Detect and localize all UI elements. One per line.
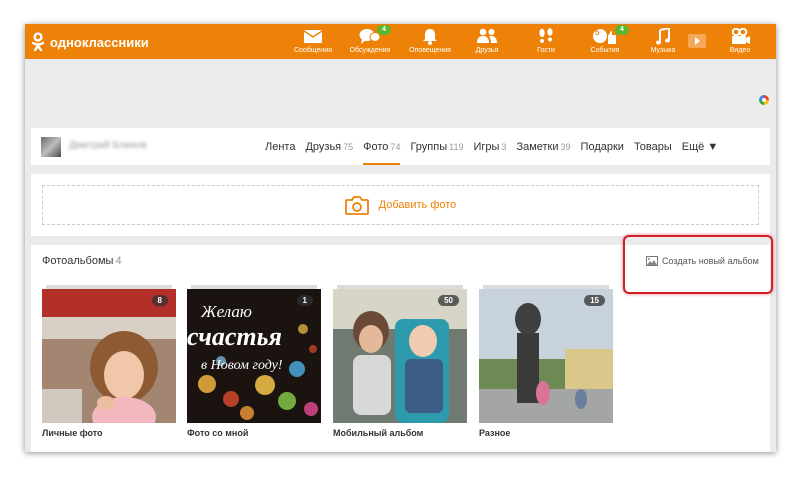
tab-label: Товары <box>633 140 672 153</box>
browser-window: одноклассники Сообщения 4 Обсуждения Опо… <box>25 24 776 452</box>
album-name[interactable]: Личные фото <box>42 428 176 438</box>
nav-notifications-label: Оповещения <box>409 47 451 54</box>
tab-label: Лента <box>265 140 296 153</box>
tab-label: Игры <box>473 140 500 153</box>
events-count-2: 5 <box>595 28 600 37</box>
tab-count: 3 <box>501 141 507 152</box>
tab-products[interactable]: Товары <box>634 128 672 165</box>
album-cover: 8 <box>42 289 176 423</box>
profile-name[interactable]: Дмитрий Блинов <box>69 140 147 151</box>
tab-count: 75 <box>343 141 354 152</box>
nav-video-label: Видео <box>729 47 751 54</box>
album-card-personal[interactable]: 8 Личные фото <box>42 285 176 438</box>
nav-music[interactable]: Музыка <box>645 24 681 59</box>
nav-video[interactable]: Видео <box>725 24 755 59</box>
ok-logo-icon <box>31 32 45 52</box>
nav-events[interactable]: 5 4 События <box>583 24 629 59</box>
tab-label: Фото <box>363 140 389 153</box>
add-photo-button[interactable]: Добавить фото <box>42 185 759 225</box>
tab-label: Ещё ▼ <box>681 140 719 153</box>
album-card-mobile[interactable]: 50 Мобильный альбом <box>333 285 467 438</box>
nav-notifications[interactable]: Оповещения <box>405 24 455 59</box>
album-card-with-me[interactable]: Желаю счастья в Новом году! 1 Фото со мн… <box>187 285 321 438</box>
albums-count: 4 <box>115 255 122 267</box>
album-cover-image <box>479 289 613 423</box>
nav-guests-label: Гости <box>537 47 555 54</box>
highlight-frame <box>623 235 773 294</box>
discussions-badge: 4 <box>377 25 391 35</box>
tab-more[interactable]: Ещё ▼ <box>682 128 718 165</box>
nav-guests[interactable]: Гости <box>529 24 563 59</box>
nav-discussions[interactable]: 4 Обсуждения <box>346 24 394 59</box>
cover-text-1: Желаю <box>200 302 252 321</box>
friends-icon <box>477 28 497 43</box>
album-name[interactable]: Мобильный альбом <box>333 428 467 438</box>
tab-label: Друзья <box>305 140 342 153</box>
tab-gifts[interactable]: Подарки <box>581 128 624 165</box>
top-navigation-bar: одноклассники Сообщения 4 Обсуждения Опо… <box>25 24 776 59</box>
nav-music-player[interactable] <box>685 24 709 59</box>
music-note-icon <box>656 27 670 44</box>
nav-music-label: Музыка <box>650 47 676 54</box>
profile-bar: Дмитрий Блинов Лента Друзья 75 Фото 74 Гру… <box>31 128 770 165</box>
video-camera-icon <box>731 27 750 44</box>
album-name[interactable]: Разное <box>479 428 613 438</box>
cover-text-2: счастья <box>187 322 282 351</box>
nav-messages[interactable]: Сообщения <box>290 24 336 59</box>
profile-tabs: Лента Друзья 75 Фото 74 Группы 119 Игры 3 За… <box>265 128 718 165</box>
tab-groups[interactable]: Группы 119 <box>410 128 463 165</box>
tab-label: Группы <box>410 140 448 153</box>
nav-discussions-label: Обсуждения <box>349 47 391 54</box>
tab-notes[interactable]: Заметки 39 <box>516 128 570 165</box>
logo[interactable]: одноклассники <box>31 32 149 52</box>
tab-label: Подарки <box>580 140 624 153</box>
album-cover: Желаю счастья в Новом году! 1 <box>187 289 321 423</box>
album-cover-image: Желаю счастья в Новом году! <box>187 289 321 423</box>
cover-text-3: в Новом году! <box>201 358 283 373</box>
tab-friends[interactable]: Друзья 75 <box>305 128 353 165</box>
envelope-icon <box>304 29 322 43</box>
tab-photos[interactable]: Фото 74 <box>363 128 401 165</box>
logo-text: одноклассники <box>50 34 149 50</box>
add-photo-label: Добавить фото <box>378 199 457 211</box>
album-photo-count: 15 <box>584 295 605 306</box>
tab-label: Заметки <box>516 140 559 153</box>
cover-area <box>25 59 776 126</box>
nav-messages-label: Сообщения <box>294 47 332 54</box>
album-photo-count: 50 <box>438 295 459 306</box>
tab-count: 74 <box>390 141 401 152</box>
tab-feed[interactable]: Лента <box>265 128 295 165</box>
nav-friends[interactable]: Друзья <box>469 24 505 59</box>
color-wheel-icon[interactable] <box>759 95 769 105</box>
play-icon <box>688 34 706 48</box>
add-photo-card: Добавить фото <box>31 174 770 236</box>
albums-title: Фотоальбомы 4 <box>42 255 122 267</box>
album-photo-count: 8 <box>151 295 168 306</box>
tab-games[interactable]: Игры 3 <box>473 128 506 165</box>
footprints-icon <box>539 27 553 43</box>
album-photo-count: 1 <box>296 295 313 306</box>
bell-icon <box>423 28 437 45</box>
album-card-misc[interactable]: 15 Разное <box>479 285 613 438</box>
tab-count: 39 <box>560 141 571 152</box>
album-cover-image <box>42 289 176 423</box>
album-name[interactable]: Фото со мной <box>187 428 321 438</box>
tab-count: 119 <box>449 141 464 152</box>
album-cover-image <box>333 289 467 423</box>
nav-friends-label: Друзья <box>475 47 499 54</box>
album-cover: 15 <box>479 289 613 423</box>
camera-icon <box>344 195 369 215</box>
nav-events-label: События <box>590 47 620 54</box>
album-cover: 50 <box>333 289 467 423</box>
events-badge: 4 <box>615 25 629 35</box>
avatar[interactable] <box>41 137 61 157</box>
albums-title-text: Фотоальбомы <box>42 255 114 267</box>
